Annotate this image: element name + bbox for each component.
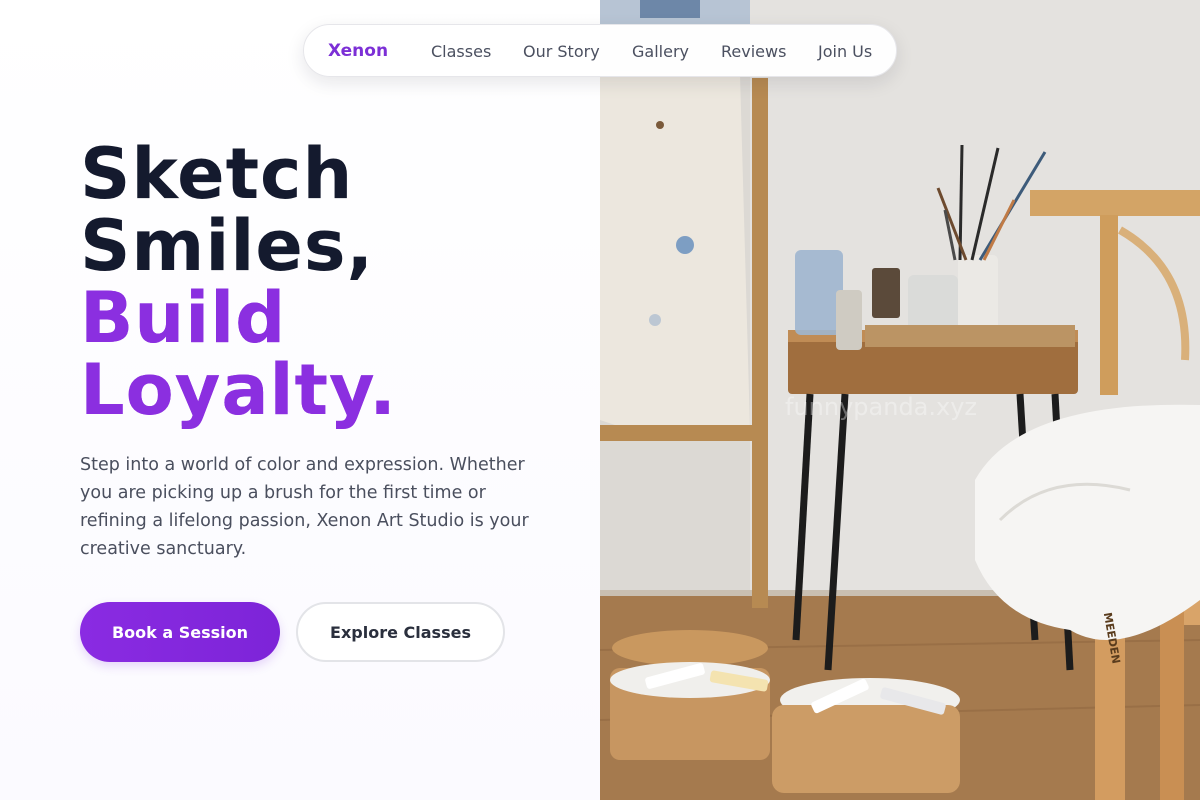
art-studio-photo: MEEDEN funnypanda.xyz — [600, 0, 1200, 800]
hero-headline: Sketch Smiles, Build Loyalty. — [80, 138, 397, 426]
headline-accent-1: Build — [80, 282, 397, 354]
nav-link-join-us[interactable]: Join Us — [818, 42, 872, 61]
explore-classes-button[interactable]: Explore Classes — [296, 602, 505, 662]
hero-subtitle: Step into a world of color and expressio… — [80, 455, 529, 559]
nav-link-gallery[interactable]: Gallery — [632, 42, 689, 61]
watermark-text: funnypanda.xyz — [785, 393, 977, 421]
headline-accent-2: Loyalty. — [80, 349, 397, 431]
nav-link-classes[interactable]: Classes — [431, 42, 491, 61]
headline-line-2: Smiles, — [80, 205, 375, 287]
main-nav: Xenon Classes Our Story Gallery Reviews … — [303, 24, 897, 77]
headline-line-1: Sketch — [80, 133, 354, 215]
brand-logo[interactable]: Xenon — [328, 41, 388, 61]
book-session-button[interactable]: Book a Session — [80, 602, 280, 662]
hero-image: MEEDEN funnypanda.xyz — [600, 0, 1200, 800]
nav-link-reviews[interactable]: Reviews — [721, 42, 786, 61]
nav-link-our-story[interactable]: Our Story — [523, 42, 600, 61]
